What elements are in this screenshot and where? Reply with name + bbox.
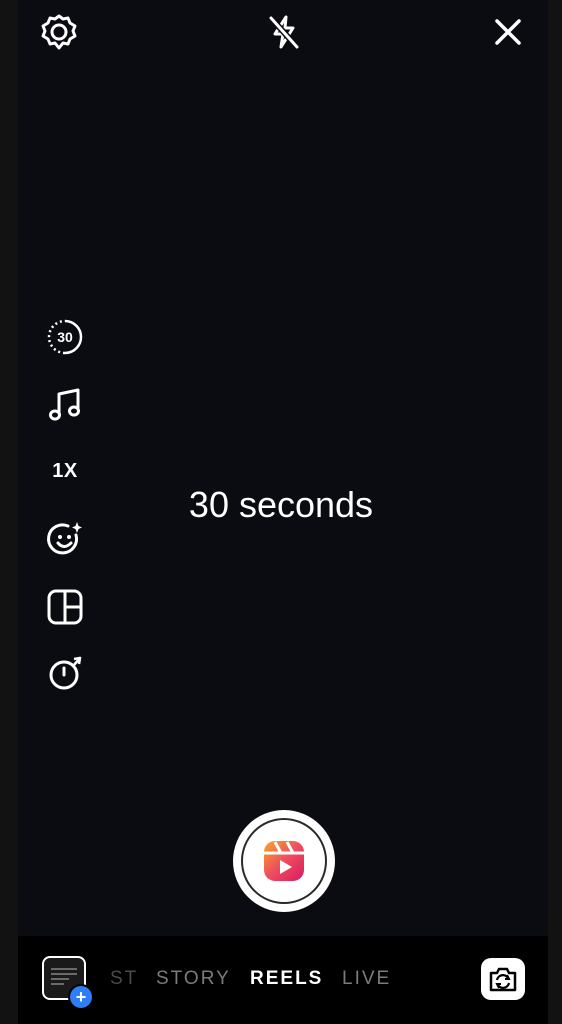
camera-viewfinder[interactable] — [18, 0, 548, 936]
timer-button[interactable] — [44, 652, 86, 694]
gear-icon — [40, 13, 78, 51]
layout-button[interactable] — [44, 586, 86, 628]
close-icon — [493, 17, 523, 47]
flip-camera-button[interactable] — [481, 958, 525, 1000]
audio-button[interactable] — [44, 384, 86, 426]
flash-off-icon — [265, 13, 303, 51]
mode-story[interactable]: STORY — [156, 968, 231, 990]
settings-button[interactable] — [39, 12, 79, 52]
mode-reels[interactable]: REELS — [250, 968, 323, 990]
close-button[interactable] — [488, 12, 528, 52]
mode-post[interactable]: ST — [110, 968, 138, 990]
reels-icon — [264, 841, 304, 881]
length-badge-text: 30 — [57, 329, 73, 345]
camera-flip-icon — [489, 967, 517, 992]
record-button-inner — [241, 818, 327, 904]
timer-icon — [49, 656, 82, 690]
speed-label: 1X — [52, 459, 78, 482]
length-button[interactable]: 30 — [44, 316, 86, 358]
flash-toggle-button[interactable] — [264, 12, 304, 52]
record-button[interactable] — [233, 810, 335, 912]
recording-length-label: 30 seconds — [188, 484, 374, 525]
add-icon[interactable]: + — [68, 984, 94, 1010]
music-note-icon — [49, 388, 80, 421]
layout-grid-icon — [47, 589, 83, 625]
mode-live[interactable]: LIVE — [342, 968, 391, 990]
clip-length-icon: 30 — [47, 319, 83, 355]
